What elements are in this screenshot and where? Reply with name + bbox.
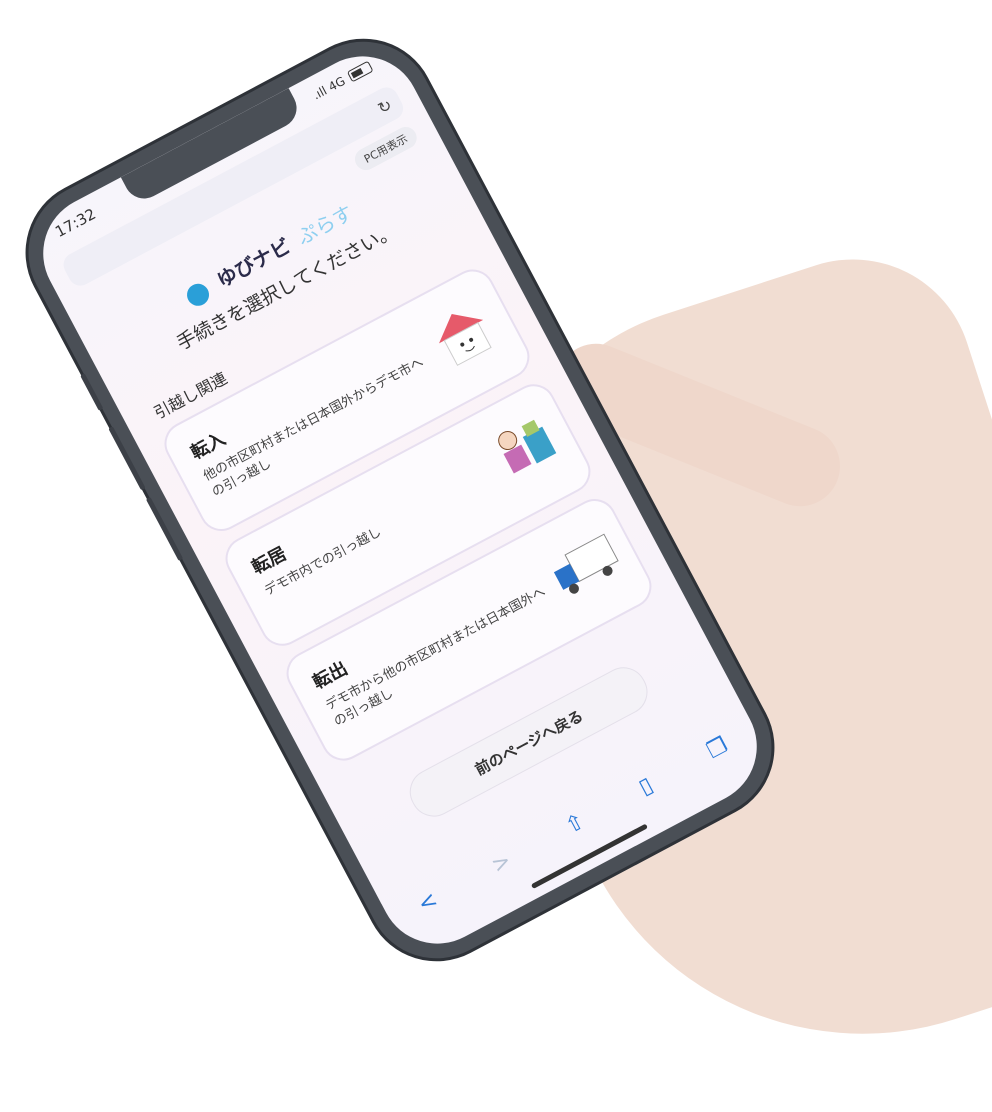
signal-indicator: .ıll 4G xyxy=(310,73,348,103)
battery-icon xyxy=(346,60,374,83)
logo-mark-icon xyxy=(183,279,213,310)
share-icon[interactable]: ⇧ xyxy=(561,808,589,839)
reload-icon[interactable]: ↻ xyxy=(374,95,395,118)
bookmarks-icon[interactable]: ▯ xyxy=(635,772,657,800)
forward-arrow-icon[interactable]: > xyxy=(487,848,515,879)
mover-person-icon xyxy=(498,419,557,474)
moving-truck-icon xyxy=(553,533,619,594)
back-arrow-icon[interactable]: < xyxy=(414,887,442,918)
tabs-icon[interactable]: ❐ xyxy=(703,732,732,763)
house-icon xyxy=(439,313,492,366)
